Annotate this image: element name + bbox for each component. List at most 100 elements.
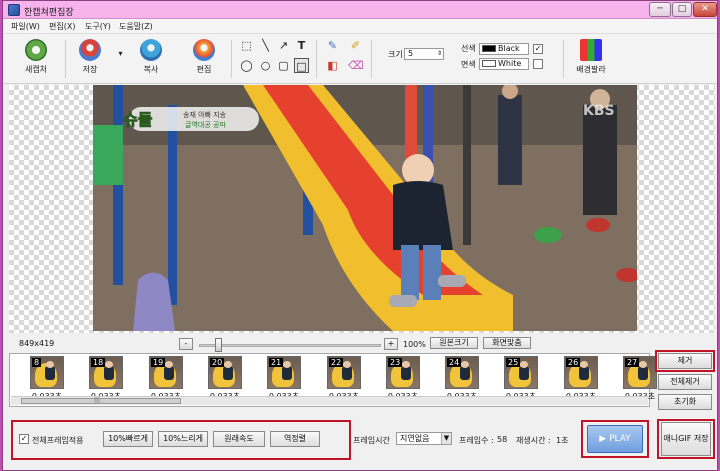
play-button[interactable]: ▶ PLAY xyxy=(587,425,643,453)
save-label: 저장 xyxy=(82,65,98,74)
line-color-name: Black xyxy=(498,44,520,53)
reverse-order-button[interactable]: 역정렬 xyxy=(270,431,320,447)
editor-window: 한캡쳐편집장 ─ □ ✕ 파일(W) 편집(X) 도구(Y) 도움말(Z) 새캡… xyxy=(2,0,718,471)
save-icon xyxy=(79,39,101,61)
frame-child-shape xyxy=(579,366,589,380)
frame-thumbnail[interactable]: 20 xyxy=(208,356,242,389)
frame-thumbnail[interactable]: 18 xyxy=(89,356,123,389)
palette-button[interactable]: 배경팔라 xyxy=(571,39,611,75)
frame-number: 24 xyxy=(447,358,462,367)
close-button[interactable]: ✕ xyxy=(693,2,717,17)
captured-image: 슈돌 송재 아빠 지송 글역대공 공파 KBS xyxy=(93,85,637,331)
frame-thumbnail[interactable]: 26 xyxy=(564,356,598,389)
zoom-slider-thumb[interactable] xyxy=(215,338,222,352)
arrow-tool-icon[interactable]: ↗ xyxy=(276,38,291,53)
frame-scrollbar[interactable]: ||| xyxy=(11,396,648,405)
menu-edit[interactable]: 편집(X) xyxy=(49,21,75,32)
slower-button[interactable]: 10%느리게 xyxy=(158,431,208,447)
faster-button[interactable]: 10%빠르게 xyxy=(103,431,153,447)
camera-icon xyxy=(25,39,47,61)
fill-bucket-icon[interactable]: ◧ xyxy=(325,58,340,73)
frame-thumbnail[interactable]: 25 xyxy=(504,356,538,389)
frame-child-head xyxy=(343,361,351,368)
menu-help[interactable]: 도움말(Z) xyxy=(119,21,153,32)
fit-screen-button[interactable]: 화면맞춤 xyxy=(483,337,531,349)
menu-tools[interactable]: 도구(Y) xyxy=(85,21,111,32)
play-time-value: 1초 xyxy=(556,436,569,445)
circle-tool-icon[interactable]: ○ xyxy=(258,58,273,73)
edit-icon xyxy=(193,39,215,61)
frame-thumbnail[interactable]: 19 xyxy=(149,356,183,389)
frame-thumbnail[interactable]: 27 xyxy=(623,356,657,389)
frame-child-shape xyxy=(45,366,55,380)
frame-number: 23 xyxy=(388,358,403,367)
frame-number: 26 xyxy=(566,358,581,367)
zoom-slider-track[interactable] xyxy=(199,344,381,347)
save-button[interactable]: 저장 xyxy=(70,39,110,75)
line-color-select[interactable]: Black xyxy=(479,43,529,55)
ellipse-select-icon[interactable]: ◯ xyxy=(239,58,254,73)
frame-child-shape xyxy=(104,366,114,380)
save-dropdown-icon[interactable]: ▾ xyxy=(113,46,128,61)
line-tool-icon[interactable]: ╲ xyxy=(258,38,273,53)
frame-child-shape xyxy=(282,366,292,380)
edit-button[interactable]: 편집 xyxy=(184,39,224,75)
menu-file[interactable]: 파일(W) xyxy=(11,21,40,32)
zoom-in-button[interactable]: + xyxy=(384,338,398,350)
line-color-swatch xyxy=(482,45,496,52)
frame-thumbnail[interactable]: 22 xyxy=(327,356,361,389)
original-size-button[interactable]: 원본크기 xyxy=(430,337,478,349)
text-tool-icon[interactable]: T xyxy=(294,38,309,53)
frame-number: 18 xyxy=(91,358,106,367)
minimize-button[interactable]: ─ xyxy=(649,2,671,17)
frame-time-value: 지연없음 xyxy=(400,434,430,443)
rect-tool-icon[interactable]: □ xyxy=(294,58,309,73)
eraser-icon[interactable]: ⌫ xyxy=(348,58,364,73)
frame-child-shape xyxy=(223,366,233,380)
original-speed-button[interactable]: 원래속도 xyxy=(213,431,265,447)
frame-thumbnail[interactable]: 8 xyxy=(30,356,64,389)
playground-photo: 슈돌 송재 아빠 지송 글역대공 공파 KBS xyxy=(93,85,637,331)
fill-color-checkbox[interactable] xyxy=(533,59,543,69)
fill-color-select[interactable]: White xyxy=(479,58,529,70)
size-value: 5 xyxy=(408,49,414,58)
round-rect-tool-icon[interactable]: ▢ xyxy=(276,58,291,73)
frame-child-shape xyxy=(164,366,174,380)
save-gif-button[interactable]: 애니GIF 저장 xyxy=(661,422,711,456)
stepper-arrows-icon[interactable]: ⇕ xyxy=(437,49,443,59)
frame-scroll-thumb[interactable]: ||| xyxy=(21,397,181,404)
chevron-down-icon[interactable]: ▼ xyxy=(441,433,451,444)
frame-child-shape xyxy=(460,366,470,380)
highlighter-icon[interactable]: ✐ xyxy=(348,38,363,53)
frame-count-label: 프레임수 : xyxy=(459,436,494,445)
frame-child-head xyxy=(46,361,54,368)
apply-all-frames-label: 전체프레임적용 xyxy=(32,436,84,445)
app-icon xyxy=(8,4,20,16)
frame-strip[interactable]: 80.033초180.033초190.033초200.033초210.033초2… xyxy=(9,353,657,407)
frame-thumbnail[interactable]: 23 xyxy=(386,356,420,389)
apply-all-frames-checkbox[interactable]: ✓ xyxy=(19,434,29,444)
pen-icon[interactable]: ✎ xyxy=(325,38,340,53)
remove-all-frames-button[interactable]: 전체제거 xyxy=(658,374,712,390)
frame-time-select[interactable]: 지연없음 ▼ xyxy=(396,432,452,445)
fill-color-label: 면색 xyxy=(461,60,476,69)
canvas-area[interactable]: 슈돌 송재 아빠 지송 글역대공 공파 KBS xyxy=(9,85,715,333)
new-capture-button[interactable]: 새캡처 xyxy=(16,39,56,75)
overlay-subtitle-1: 송재 아빠 지송 xyxy=(183,110,227,119)
frame-child-head xyxy=(105,361,113,368)
toolbar-separator xyxy=(231,40,232,78)
frame-child-head xyxy=(283,361,291,368)
zoom-out-button[interactable]: - xyxy=(179,338,193,350)
maximize-button[interactable]: □ xyxy=(672,2,692,17)
frame-child-head xyxy=(165,361,173,368)
edit-label: 편집 xyxy=(196,65,212,74)
reset-button[interactable]: 초기화 xyxy=(658,394,712,410)
frame-child-shape xyxy=(519,366,529,380)
frame-number: 22 xyxy=(329,358,344,367)
frame-thumbnail[interactable]: 21 xyxy=(267,356,301,389)
line-color-checkbox[interactable]: ✓ xyxy=(533,44,543,54)
rect-select-icon[interactable]: ⬚ xyxy=(239,38,254,53)
frame-thumbnail[interactable]: 24 xyxy=(445,356,479,389)
copy-button[interactable]: 복사 xyxy=(131,39,171,75)
size-stepper[interactable]: 5 ⇕ xyxy=(404,48,444,60)
